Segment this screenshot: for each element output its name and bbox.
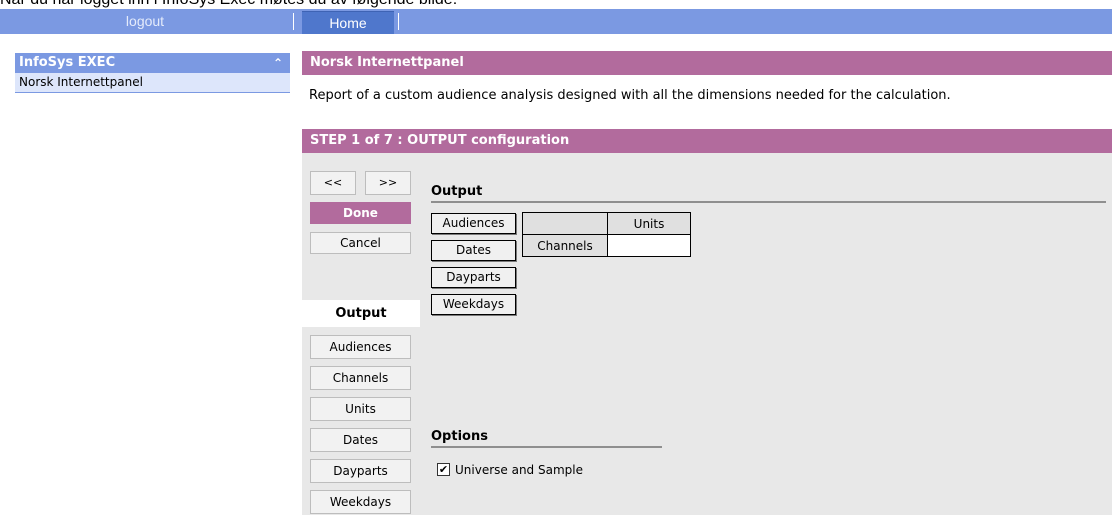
output-section-title: Output bbox=[431, 184, 483, 199]
checkmark-icon: ✔ bbox=[438, 463, 449, 476]
output-section-divider bbox=[431, 201, 1106, 203]
tab-dates[interactable]: Dates bbox=[310, 428, 411, 452]
tab-dayparts[interactable]: Dayparts bbox=[310, 459, 411, 483]
dimension-weekdays[interactable]: Weekdays bbox=[431, 294, 516, 315]
dimension-audiences[interactable]: Audiences bbox=[431, 213, 516, 234]
sidebar-item-norsk-internettpanel[interactable]: Norsk Internettpanel bbox=[15, 73, 290, 93]
page-caption: Når du har logget inn i InfoSys Exec møt… bbox=[0, 0, 900, 9]
universe-and-sample-checkbox[interactable]: ✔ bbox=[437, 463, 450, 476]
step-title: STEP 1 of 7 : OUTPUT configuration bbox=[302, 129, 1112, 153]
nav-separator bbox=[398, 13, 399, 30]
tab-output[interactable]: Output bbox=[302, 300, 420, 327]
dimension-dayparts[interactable]: Dayparts bbox=[431, 267, 516, 288]
grid-row-header-channels[interactable]: Channels bbox=[522, 234, 608, 257]
tab-weekdays[interactable]: Weekdays bbox=[310, 490, 411, 514]
done-button[interactable]: Done bbox=[310, 202, 411, 224]
options-section-divider bbox=[431, 446, 662, 448]
home-tab[interactable]: Home bbox=[302, 11, 394, 34]
output-layout-grid: Units Channels bbox=[522, 212, 691, 257]
top-nav-bar: logout Home bbox=[0, 9, 1112, 34]
previous-step-button[interactable]: << bbox=[310, 171, 356, 195]
nav-separator bbox=[293, 13, 294, 30]
universe-and-sample-label[interactable]: Universe and Sample bbox=[455, 463, 583, 477]
collapse-icon[interactable]: ⌃ bbox=[272, 53, 284, 73]
next-step-button[interactable]: >> bbox=[365, 171, 411, 195]
cancel-button[interactable]: Cancel bbox=[310, 232, 411, 254]
wizard-content-area bbox=[420, 153, 1112, 515]
logout-link[interactable]: logout bbox=[0, 9, 290, 34]
dimension-dates[interactable]: Dates bbox=[431, 240, 516, 261]
grid-corner-cell bbox=[522, 212, 608, 235]
tab-channels[interactable]: Channels bbox=[310, 366, 411, 390]
tab-units[interactable]: Units bbox=[310, 397, 411, 421]
panel-title: Norsk Internettpanel bbox=[302, 51, 1112, 75]
options-section-title: Options bbox=[431, 429, 488, 444]
tab-audiences[interactable]: Audiences bbox=[310, 335, 411, 359]
sidebar-header: InfoSys EXEC ⌃ bbox=[15, 53, 290, 73]
sidebar-title: InfoSys EXEC bbox=[19, 55, 116, 70]
grid-data-cell[interactable] bbox=[607, 234, 691, 257]
panel-description: Report of a custom audience analysis des… bbox=[309, 88, 951, 103]
grid-column-header-units[interactable]: Units bbox=[607, 212, 691, 235]
